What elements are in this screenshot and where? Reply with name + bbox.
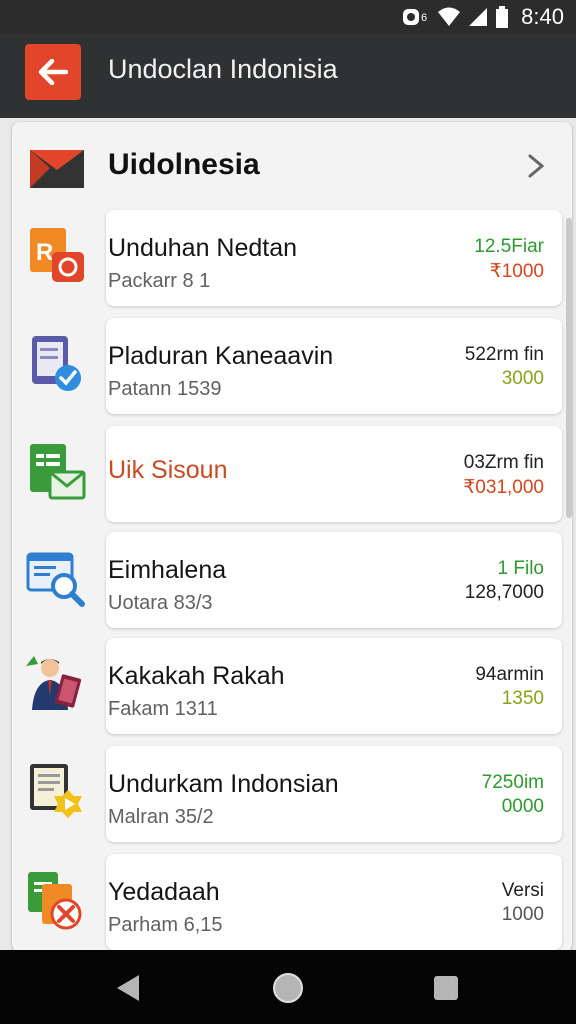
- list-item[interactable]: Uik Sisoun 03Zrm fin ₹031,000: [30, 426, 562, 522]
- arrow-left-icon: [38, 59, 68, 85]
- item-subtitle: Malran 35/2: [108, 806, 214, 828]
- item-meta-primary: 7250im: [481, 772, 544, 793]
- item-meta-primary: Versi: [501, 880, 544, 901]
- item-meta-primary: 94armin: [475, 664, 544, 685]
- item-subtitle: Uotara 83/3: [108, 592, 213, 614]
- item-title: Pladuran Kaneaavin: [108, 342, 334, 370]
- tablet-check-icon: [32, 336, 81, 391]
- battery-icon: [496, 6, 509, 28]
- item-meta-secondary: ₹031,000: [463, 477, 544, 498]
- content-panel: Uidolnesia R Unduhan Nedtan Packarr 8 1 …: [12, 122, 572, 952]
- list-item[interactable]: Pladuran Kaneaavin Patann 1539 522rm fin…: [32, 318, 562, 414]
- list-item[interactable]: Undurkam Indonsian Malran 35/2 7250im 00…: [30, 746, 562, 842]
- item-meta-secondary: 0000: [501, 796, 544, 817]
- item-meta-primary: 522rm fin: [464, 344, 544, 365]
- triangle-back-icon: [117, 975, 139, 1001]
- navigation-bar: [0, 950, 576, 1024]
- item-meta-secondary: 128,7000: [464, 582, 544, 603]
- item-title: Yedadaah: [108, 878, 220, 906]
- panel-header[interactable]: Uidolnesia: [12, 122, 572, 210]
- item-meta-secondary: ₹1000: [489, 261, 544, 282]
- item-meta-primary: 1 Filo: [497, 558, 544, 579]
- status-bar: 6 8:40: [0, 0, 576, 34]
- app-title: Undoclan Indonisia: [108, 54, 338, 84]
- item-subtitle: Fakam 1311: [108, 698, 218, 720]
- nav-home-button[interactable]: [270, 970, 306, 1006]
- item-title: Uik Sisoun: [108, 456, 228, 484]
- list-item[interactable]: Eimhalena Uotara 83/3 1 Filo 128,7000: [26, 532, 562, 628]
- files-badge-icon: [28, 872, 82, 930]
- item-meta-primary: 12.5Fiar: [474, 236, 544, 257]
- item-subtitle: Parham 6,15: [108, 914, 223, 936]
- signal-icon: [469, 8, 488, 26]
- item-meta-primary: 03Zrm fin: [463, 452, 544, 473]
- svg-text:R: R: [36, 239, 53, 266]
- item-subtitle: Packarr 8 1: [108, 270, 211, 292]
- notification-icon: 6: [403, 9, 427, 25]
- panel-title: Uidolnesia: [108, 148, 260, 181]
- item-meta-secondary: 1000: [501, 904, 544, 925]
- item-title: Unduhan Nedtan: [108, 234, 298, 262]
- item-subtitle: Patann 1539: [108, 378, 222, 400]
- item-meta-secondary: 3000: [501, 368, 544, 389]
- chevron-right-icon: [528, 154, 545, 178]
- wifi-icon: [438, 7, 461, 26]
- mail-folder-icon: [30, 150, 84, 188]
- nav-recents-button[interactable]: [428, 970, 464, 1006]
- list-item[interactable]: Kakakah Rakah Fakam 1311 94armin 1350: [26, 638, 562, 734]
- item-meta-secondary: 1350: [501, 688, 544, 709]
- circle-home-icon: [273, 973, 303, 1003]
- document-search-icon: [26, 552, 85, 607]
- businessman-icon: [26, 656, 82, 710]
- square-recents-icon: [434, 976, 458, 1000]
- spreadsheet-mail-icon: [30, 444, 86, 500]
- list-item[interactable]: R Unduhan Nedtan Packarr 8 1 12.5Fiar ₹1…: [30, 210, 562, 306]
- back-button[interactable]: [25, 44, 81, 100]
- item-title: Undurkam Indonsian: [108, 770, 339, 798]
- status-time: 8:40: [521, 4, 564, 29]
- item-title: Eimhalena: [108, 556, 227, 584]
- status-icons: 6 8:40: [401, 4, 564, 30]
- image-document-icon: R: [30, 228, 84, 282]
- nav-back-button[interactable]: [110, 970, 146, 1006]
- scrollbar[interactable]: [566, 218, 572, 518]
- svg-text:6: 6: [421, 12, 427, 24]
- item-title: Kakakah Rakah: [108, 662, 285, 690]
- app-bar: Undoclan Indonisia: [0, 34, 576, 118]
- document-play-icon: [30, 764, 82, 818]
- list-item[interactable]: Yedadaah Parham 6,15 Versi 1000: [28, 854, 562, 950]
